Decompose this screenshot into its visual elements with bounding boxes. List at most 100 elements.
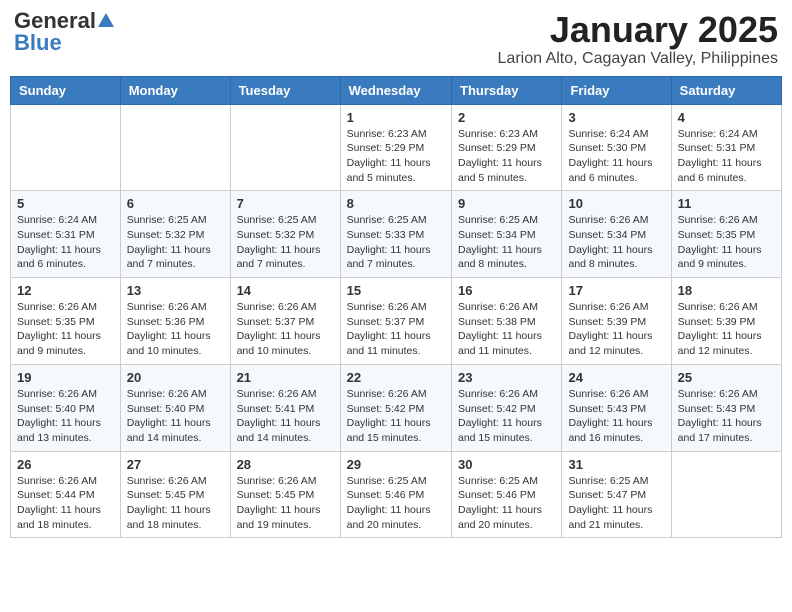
table-row: 4 Sunrise: 6:24 AM Sunset: 5:31 PM Daylig… — [671, 104, 781, 191]
table-row: 19Sunrise: 6:26 AM Sunset: 5:40 PM Dayli… — [11, 364, 121, 451]
day-number: 27 — [127, 457, 224, 472]
day-number: 21 — [237, 370, 334, 385]
table-row: 28Sunrise: 6:26 AM Sunset: 5:45 PM Dayli… — [230, 451, 340, 538]
table-row: 18Sunrise: 6:26 AM Sunset: 5:39 PM Dayli… — [671, 278, 781, 365]
day-number: 18 — [678, 283, 775, 298]
table-row: 27 Sunrise: 6:26 AM Sunset: 5:45 PM Dayli… — [120, 451, 230, 538]
table-row: 5 Sunrise: 6:24 AM Sunset: 5:31 PM Daylig… — [11, 191, 121, 278]
calendar-week-row: 1 Sunrise: 6:23 AM Sunset: 5:29 PM Daylig… — [11, 104, 782, 191]
day-info: Sunrise: 6:25 AM Sunset: 5:46 PM Dayligh… — [347, 474, 445, 533]
day-info: Sunrise: 6:24 AM Sunset: 5:31 PM Dayligh… — [678, 127, 775, 186]
table-row: 17Sunrise: 6:26 AM Sunset: 5:39 PM Dayli… — [562, 278, 671, 365]
day-info: Sunrise: 6:26 AM Sunset: 5:38 PM Dayligh… — [458, 300, 555, 359]
page-header: General Blue January 2025 Larion Alto, C… — [10, 10, 782, 68]
calendar-week-row: 12 Sunrise: 6:26 AM Sunset: 5:35 PM Dayli… — [11, 278, 782, 365]
day-number: 26 — [17, 457, 114, 472]
table-row — [120, 104, 230, 191]
day-number: 8 — [347, 196, 445, 211]
day-number: 5 — [17, 196, 114, 211]
calendar-week-row: 19Sunrise: 6:26 AM Sunset: 5:40 PM Dayli… — [11, 364, 782, 451]
day-info: Sunrise: 6:25 AM Sunset: 5:47 PM Dayligh… — [568, 474, 664, 533]
day-number: 3 — [568, 110, 664, 125]
logo-icon — [97, 11, 115, 29]
table-row: 26 Sunrise: 6:26 AM Sunset: 5:44 PM Dayli… — [11, 451, 121, 538]
table-row: 30 Sunrise: 6:25 AM Sunset: 5:46 PM Dayli… — [452, 451, 562, 538]
day-number: 11 — [678, 196, 775, 211]
day-info: Sunrise: 6:26 AM Sunset: 5:42 PM Dayligh… — [458, 387, 555, 446]
table-row: 7Sunrise: 6:25 AM Sunset: 5:32 PM Daylig… — [230, 191, 340, 278]
day-number: 14 — [237, 283, 334, 298]
day-info: Sunrise: 6:26 AM Sunset: 5:40 PM Dayligh… — [127, 387, 224, 446]
day-number: 28 — [237, 457, 334, 472]
day-info: Sunrise: 6:26 AM Sunset: 5:35 PM Dayligh… — [678, 213, 775, 272]
day-number: 25 — [678, 370, 775, 385]
logo-blue-text: Blue — [14, 32, 62, 54]
day-info: Sunrise: 6:25 AM Sunset: 5:46 PM Dayligh… — [458, 474, 555, 533]
table-row: 11 Sunrise: 6:26 AM Sunset: 5:35 PM Dayli… — [671, 191, 781, 278]
day-info: Sunrise: 6:24 AM Sunset: 5:30 PM Dayligh… — [568, 127, 664, 186]
day-number: 15 — [347, 283, 445, 298]
day-info: Sunrise: 6:26 AM Sunset: 5:36 PM Dayligh… — [127, 300, 224, 359]
day-info: Sunrise: 6:23 AM Sunset: 5:29 PM Dayligh… — [347, 127, 445, 186]
day-info: Sunrise: 6:25 AM Sunset: 5:33 PM Dayligh… — [347, 213, 445, 272]
logo: General Blue — [14, 10, 115, 54]
col-saturday: Saturday — [671, 76, 781, 104]
day-info: Sunrise: 6:26 AM Sunset: 5:43 PM Dayligh… — [678, 387, 775, 446]
day-info: Sunrise: 6:24 AM Sunset: 5:31 PM Dayligh… — [17, 213, 114, 272]
day-number: 9 — [458, 196, 555, 211]
day-number: 31 — [568, 457, 664, 472]
day-info: Sunrise: 6:25 AM Sunset: 5:32 PM Dayligh… — [127, 213, 224, 272]
col-sunday: Sunday — [11, 76, 121, 104]
table-row: 8 Sunrise: 6:25 AM Sunset: 5:33 PM Daylig… — [340, 191, 451, 278]
table-row: 15 Sunrise: 6:26 AM Sunset: 5:37 PM Dayli… — [340, 278, 451, 365]
day-info: Sunrise: 6:26 AM Sunset: 5:37 PM Dayligh… — [237, 300, 334, 359]
table-row: 1 Sunrise: 6:23 AM Sunset: 5:29 PM Daylig… — [340, 104, 451, 191]
table-row: 23 Sunrise: 6:26 AM Sunset: 5:42 PM Dayli… — [452, 364, 562, 451]
day-number: 30 — [458, 457, 555, 472]
calendar-table: Sunday Monday Tuesday Wednesday Thursday… — [10, 76, 782, 539]
table-row: 24Sunrise: 6:26 AM Sunset: 5:43 PM Dayli… — [562, 364, 671, 451]
calendar-header-row: Sunday Monday Tuesday Wednesday Thursday… — [11, 76, 782, 104]
day-info: Sunrise: 6:26 AM Sunset: 5:45 PM Dayligh… — [127, 474, 224, 533]
day-info: Sunrise: 6:26 AM Sunset: 5:44 PM Dayligh… — [17, 474, 114, 533]
table-row: 13 Sunrise: 6:26 AM Sunset: 5:36 PM Dayli… — [120, 278, 230, 365]
table-row: 21 Sunrise: 6:26 AM Sunset: 5:41 PM Dayli… — [230, 364, 340, 451]
table-row: 22 Sunrise: 6:26 AM Sunset: 5:42 PM Dayli… — [340, 364, 451, 451]
day-info: Sunrise: 6:26 AM Sunset: 5:43 PM Dayligh… — [568, 387, 664, 446]
day-info: Sunrise: 6:26 AM Sunset: 5:42 PM Dayligh… — [347, 387, 445, 446]
day-number: 1 — [347, 110, 445, 125]
day-number: 22 — [347, 370, 445, 385]
col-tuesday: Tuesday — [230, 76, 340, 104]
day-info: Sunrise: 6:25 AM Sunset: 5:34 PM Dayligh… — [458, 213, 555, 272]
table-row: 25 Sunrise: 6:26 AM Sunset: 5:43 PM Dayli… — [671, 364, 781, 451]
day-number: 2 — [458, 110, 555, 125]
day-number: 7 — [237, 196, 334, 211]
col-thursday: Thursday — [452, 76, 562, 104]
table-row: 2 Sunrise: 6:23 AM Sunset: 5:29 PM Daylig… — [452, 104, 562, 191]
day-info: Sunrise: 6:26 AM Sunset: 5:39 PM Dayligh… — [568, 300, 664, 359]
logo-general-text: General — [14, 10, 96, 32]
table-row: 31 Sunrise: 6:25 AM Sunset: 5:47 PM Dayli… — [562, 451, 671, 538]
month-title: January 2025 — [498, 10, 778, 50]
table-row: 6 Sunrise: 6:25 AM Sunset: 5:32 PM Daylig… — [120, 191, 230, 278]
day-number: 12 — [17, 283, 114, 298]
day-number: 29 — [347, 457, 445, 472]
day-number: 4 — [678, 110, 775, 125]
table-row — [230, 104, 340, 191]
day-number: 13 — [127, 283, 224, 298]
day-number: 20 — [127, 370, 224, 385]
day-info: Sunrise: 6:23 AM Sunset: 5:29 PM Dayligh… — [458, 127, 555, 186]
table-row: 9 Sunrise: 6:25 AM Sunset: 5:34 PM Daylig… — [452, 191, 562, 278]
table-row — [671, 451, 781, 538]
day-number: 10 — [568, 196, 664, 211]
table-row: 20 Sunrise: 6:26 AM Sunset: 5:40 PM Dayli… — [120, 364, 230, 451]
day-info: Sunrise: 6:26 AM Sunset: 5:37 PM Dayligh… — [347, 300, 445, 359]
day-number: 23 — [458, 370, 555, 385]
table-row: 16Sunrise: 6:26 AM Sunset: 5:38 PM Dayli… — [452, 278, 562, 365]
day-info: Sunrise: 6:26 AM Sunset: 5:41 PM Dayligh… — [237, 387, 334, 446]
day-info: Sunrise: 6:26 AM Sunset: 5:35 PM Dayligh… — [17, 300, 114, 359]
calendar-week-row: 5 Sunrise: 6:24 AM Sunset: 5:31 PM Daylig… — [11, 191, 782, 278]
table-row: 10Sunrise: 6:26 AM Sunset: 5:34 PM Dayli… — [562, 191, 671, 278]
table-row: 14 Sunrise: 6:26 AM Sunset: 5:37 PM Dayli… — [230, 278, 340, 365]
day-number: 6 — [127, 196, 224, 211]
